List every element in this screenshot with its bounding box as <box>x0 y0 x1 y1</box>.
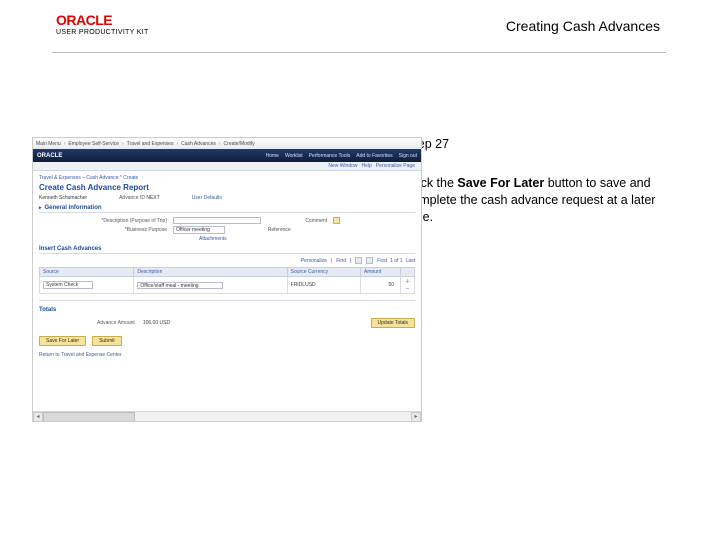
page-title: Creating Cash Advances <box>506 18 660 34</box>
crumb: Cash Advances <box>181 141 216 147</box>
step-label: Step 27 <box>406 136 660 153</box>
window-titlebar: Main Menu› Employee Self-Service› Travel… <box>33 138 421 149</box>
subnav-help[interactable]: Help <box>362 163 372 169</box>
instruction-panel: Step 27 Click the Save For Later button … <box>406 136 660 226</box>
chevron-right-icon: › <box>219 141 221 147</box>
table-row: System Check Office/staff meal - meeting… <box>40 277 415 294</box>
col-amount: Amount <box>361 268 401 277</box>
nav-worklist[interactable]: Worklist <box>285 153 303 159</box>
remove-row-icon[interactable]: － <box>405 286 410 292</box>
toolbar-personalize[interactable]: Personalize <box>301 258 327 264</box>
scroll-left-arrow-icon[interactable]: ◂ <box>33 412 43 422</box>
brand-block: ORACLE USER PRODUCTIVITY KIT <box>56 12 149 36</box>
toolbar-find[interactable]: Find <box>336 258 346 264</box>
employee-row: Kenneth Schumacher Advance ID NEXT User … <box>39 195 415 201</box>
employee-name: Kenneth Schumacher <box>39 195 87 201</box>
general-info-block: *Description (Purpose of Trip) Comment *… <box>97 217 415 242</box>
grid-icon[interactable] <box>355 257 362 264</box>
subnav-new-window[interactable]: New Window <box>328 163 357 169</box>
section-insert-advances: Insert Cash Advances <box>39 246 415 254</box>
advance-id-label: Advance ID <box>119 195 145 201</box>
totals-section: Totals Advance Amount 106.00 USD Update … <box>39 300 415 328</box>
business-purpose-label: *Business Purpose <box>97 227 167 233</box>
subnav-personalize[interactable]: Personalize Page <box>376 163 415 169</box>
crumb: Create/Modify <box>224 141 255 147</box>
row-amount: 50 <box>388 282 394 288</box>
description-label: *Description (Purpose of Trip) <box>97 218 167 224</box>
comment-icon[interactable] <box>333 217 340 224</box>
table-toolbar: Personalize | Find | First 1 of 1 Last <box>39 257 415 264</box>
scroll-thumb[interactable] <box>43 412 135 422</box>
advance-amount-ccy: USD <box>160 320 171 326</box>
form-title: Create Cash Advance Report <box>39 183 415 192</box>
header-divider <box>52 52 666 53</box>
section-general-info[interactable]: General Information <box>39 205 415 213</box>
nav-performance-tools[interactable]: Performance Tools <box>309 153 351 159</box>
update-totals-button[interactable]: Update Totals <box>371 318 415 328</box>
user-defaults-link[interactable]: User Defaults <box>192 195 222 201</box>
app-navbar: ORACLE Home Worklist Performance Tools A… <box>33 149 421 162</box>
advance-amount-value: 106.00 <box>143 320 158 326</box>
nav-sign-out[interactable]: Sign out <box>399 153 417 159</box>
instruction-text-bold: Save For Later <box>457 176 544 190</box>
save-for-later-button[interactable]: Save For Later <box>39 336 86 346</box>
row-source-select[interactable]: System Check <box>43 281 93 289</box>
business-purpose-select[interactable]: Officer meeting <box>173 226 225 234</box>
scroll-track[interactable] <box>43 412 411 422</box>
submit-button[interactable]: Submit <box>92 336 122 346</box>
nav-home[interactable]: Home <box>266 153 279 159</box>
module-path: Travel & Expenses – Cash Advance * Creat… <box>39 175 415 181</box>
brand-subtext: USER PRODUCTIVITY KIT <box>56 29 149 36</box>
advance-id-value: NEXT <box>146 195 159 201</box>
download-icon[interactable] <box>366 257 373 264</box>
attachments-link[interactable]: Attachments <box>199 236 239 242</box>
doc-header: ORACLE USER PRODUCTIVITY KIT Creating Ca… <box>0 12 720 60</box>
comment-label: Comment <box>287 218 327 224</box>
nav-add-favorites[interactable]: Add to Favorites <box>356 153 392 159</box>
advances-table: Source Description Source Currency Amoun… <box>39 267 415 294</box>
col-source: Source <box>40 268 134 277</box>
advance-amount-label: Advance Amount <box>97 320 135 326</box>
col-source-currency: Source Currency <box>287 268 360 277</box>
crumb: Employee Self-Service <box>68 141 119 147</box>
app-body: Travel & Expenses – Cash Advance * Creat… <box>33 171 421 362</box>
action-buttons: Save For Later Submit <box>39 336 415 346</box>
pager-range: 1 of 1 <box>390 258 403 264</box>
pager-last[interactable]: Last <box>406 258 415 264</box>
app-oracle-logo: ORACLE <box>37 153 62 159</box>
scroll-right-arrow-icon[interactable]: ▸ <box>411 412 421 422</box>
crumb: Travel and Expenses <box>127 141 174 147</box>
nav-links: Home Worklist Performance Tools Add to F… <box>266 153 417 159</box>
totals-label: Totals <box>39 307 415 314</box>
instruction-text: Click the Save For Later button to save … <box>406 175 660 226</box>
description-input[interactable] <box>173 217 261 224</box>
row-description-input[interactable]: Office/staff meal - meeting <box>137 282 223 289</box>
return-link[interactable]: Return to Travel and Expense Center <box>39 352 415 358</box>
pager-first[interactable]: First <box>377 258 387 264</box>
horizontal-scrollbar[interactable]: ◂ ▸ <box>33 411 421 421</box>
row-currency: FRIDLUSD <box>291 282 316 288</box>
add-row-icon[interactable]: ＋ <box>405 279 410 285</box>
table-header-row: Source Description Source Currency Amoun… <box>40 268 415 277</box>
chevron-right-icon: › <box>64 141 66 147</box>
crumb: Main Menu <box>36 141 61 147</box>
chevron-right-icon: › <box>122 141 124 147</box>
oracle-logo: ORACLE <box>56 12 149 28</box>
chevron-right-icon: › <box>176 141 178 147</box>
sub-nav: New Window Help Personalize Page <box>33 162 421 171</box>
app-screenshot: Main Menu› Employee Self-Service› Travel… <box>32 137 422 422</box>
reference-label: Reference <box>251 227 291 233</box>
col-description: Description <box>134 268 287 277</box>
